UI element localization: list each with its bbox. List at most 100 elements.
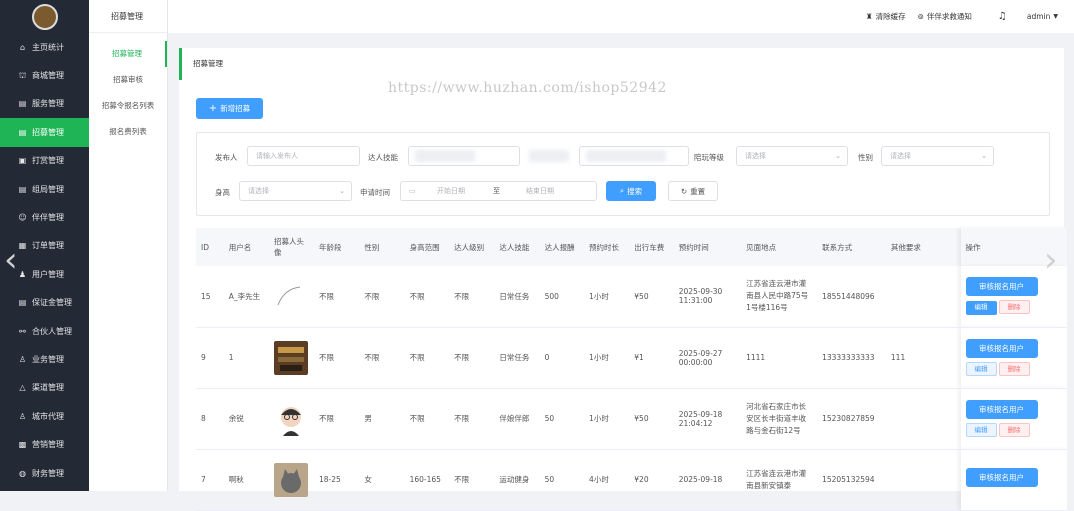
- audit-button[interactable]: 审核报名用户: [965, 277, 1038, 297]
- cell-gender: 男: [359, 388, 405, 450]
- filter-panel: 发布人 请输入发布人 达人技能 陪玩等级 请选择 ⌄ 性别 请选择 ⌄ 身高 请选择…: [196, 132, 1050, 216]
- column-header: ID: [196, 228, 224, 266]
- search-button[interactable]: ⌕ 搜索: [606, 181, 656, 201]
- cell-fare: ¥20: [629, 449, 674, 511]
- delete-button[interactable]: 删除: [998, 300, 1030, 315]
- cell-pay: 50: [539, 449, 585, 511]
- height-select[interactable]: 请选择 ⌄: [239, 181, 352, 201]
- cell-height: 160-165: [404, 449, 450, 511]
- channel-icon: △: [19, 383, 26, 393]
- column-header: 达人技能: [494, 228, 540, 266]
- sidebar-item-label: 营销管理: [32, 440, 64, 450]
- level-select[interactable]: 请选择 ⌄: [736, 146, 848, 166]
- skill-select[interactable]: [408, 146, 520, 166]
- sidebar-item-service[interactable]: ▤ 服务管理: [0, 90, 89, 118]
- edit-button[interactable]: 编辑: [965, 423, 997, 437]
- publisher-input[interactable]: 请输入发布人: [247, 146, 360, 166]
- recruit-icon: ▤: [18, 127, 27, 137]
- column-header: 出行车费: [629, 228, 674, 266]
- sidebar-item-label: 保证金管理: [32, 298, 72, 308]
- cell-level: 不限: [449, 388, 495, 450]
- sidebar-item-recruit[interactable]: ▤ 招募管理: [0, 118, 89, 147]
- submenu-item[interactable]: 报名费列表: [89, 119, 167, 145]
- column-header: 达人级别: [449, 228, 495, 266]
- edit-button[interactable]: 编辑: [965, 301, 997, 316]
- cell-fare: ¥50: [629, 266, 674, 328]
- sidebar-item-channel[interactable]: △ 渠道管理: [0, 374, 89, 402]
- sidebar-item-reward[interactable]: ▣ 打赏管理: [0, 147, 89, 175]
- submenu-item[interactable]: 招募审核: [89, 67, 167, 93]
- cell-duration: 1小时: [584, 327, 630, 389]
- sidebar-item-business[interactable]: ♙ 业务管理: [0, 345, 89, 373]
- cell-name: 啊秋: [223, 449, 270, 511]
- sidebar-item-partner[interactable]: ☺ 伴伴管理: [0, 203, 89, 231]
- cell-pay: 500: [539, 266, 585, 328]
- delete-button[interactable]: 删除: [998, 423, 1030, 437]
- sidebar-item-home[interactable]: ⌂ 主页统计: [0, 33, 89, 61]
- sidebar-item-shop[interactable]: ⛫ 商城管理: [0, 61, 89, 89]
- submenu-item[interactable]: 招募管理: [89, 41, 167, 67]
- submenu-item[interactable]: 招募令报名列表: [89, 93, 167, 119]
- next-arrow-icon[interactable]: ›: [1044, 240, 1058, 280]
- cell-fare: ¥1: [629, 327, 674, 389]
- city-agent-icon: ♙: [18, 411, 27, 421]
- cell-skill: 日常任务: [494, 327, 540, 389]
- sidebar-item-group[interactable]: ▤ 组局管理: [0, 175, 89, 203]
- clear-cache-button[interactable]: ♜ 清除缓存: [866, 11, 906, 22]
- user-menu[interactable]: admin ▼: [1027, 12, 1058, 21]
- blurred-select[interactable]: [579, 146, 689, 166]
- sidebar-item-marketing[interactable]: ▩ 营销管理: [0, 430, 89, 458]
- home-icon: ⌂: [19, 42, 26, 52]
- add-recruit-button[interactable]: + 新增招募: [196, 98, 263, 119]
- bell-icon[interactable]: ♫: [998, 11, 1007, 22]
- avatar: [274, 340, 309, 375]
- cell-other: 111: [885, 327, 961, 389]
- cell-gender: 不限: [359, 266, 405, 328]
- sidebar-item-label: 伴伴管理: [32, 213, 64, 223]
- watermark: https://www.huzhan.com/ishop52942: [388, 80, 667, 96]
- cell-height: 不限: [404, 266, 450, 328]
- gender-select[interactable]: 请选择 ⌄: [881, 146, 994, 166]
- column-header: 性别: [359, 228, 405, 266]
- sidebar-item-label: 用户管理: [32, 269, 64, 279]
- cell-age: 18-25: [314, 449, 360, 511]
- sos-notice-button[interactable]: ⊚ 伴伴求救通知: [918, 11, 972, 22]
- sidebar-item-cooperate[interactable]: ⚯ 合伙人管理: [0, 317, 89, 345]
- cell-time: 2025-09-18: [673, 449, 742, 511]
- cell-fare: ¥50: [629, 388, 674, 450]
- cell-time: 2025-09-27 00:00:00: [673, 327, 742, 389]
- edit-button[interactable]: 编辑: [965, 362, 997, 376]
- plus-icon: +: [208, 103, 218, 114]
- cell-time: 2025-09-30 11:31:00: [673, 266, 742, 328]
- cell-duration: 1小时: [584, 388, 630, 450]
- sidebar-item-finance[interactable]: ◍ 财务管理: [0, 459, 89, 487]
- cell-age: 不限: [314, 388, 360, 450]
- column-header: 年龄段: [314, 228, 360, 266]
- publisher-label: 发布人: [215, 153, 238, 162]
- cell-actions: 审核报名用户编辑 删除: [960, 388, 1067, 450]
- prev-arrow-icon[interactable]: ‹: [4, 240, 18, 280]
- cell-pay: 50: [539, 388, 585, 450]
- user-icon: ♟: [18, 269, 27, 279]
- date-range-picker[interactable]: ▭ 开始日期 至 结束日期: [400, 181, 597, 201]
- app-logo: [0, 0, 89, 33]
- partner-icon: ☺: [18, 213, 27, 223]
- reset-button[interactable]: ↻ 重置: [668, 181, 718, 201]
- audit-button[interactable]: 审核报名用户: [965, 400, 1038, 419]
- audit-button[interactable]: 审核报名用户: [965, 339, 1038, 358]
- sidebar-item-label: 组局管理: [32, 184, 64, 194]
- cell-address: 江苏省连云港市灌南县新安镇泰: [741, 449, 818, 511]
- cell-actions: 审核报名用户编辑 删除: [960, 327, 1067, 389]
- column-header: 身高范围: [404, 228, 450, 266]
- sidebar-item-label: 业务管理: [32, 354, 64, 364]
- cell-time: 2025-09-18 21:04:12: [673, 388, 742, 450]
- audit-button[interactable]: 审核报名用户: [965, 468, 1038, 487]
- sidebar-item-deposit[interactable]: ▤ 保证金管理: [0, 289, 89, 317]
- cell-name: 1: [223, 327, 270, 389]
- cell-duration: 1小时: [584, 266, 630, 328]
- deposit-icon: ▤: [18, 298, 27, 308]
- sidebar-item-city-agent[interactable]: ♙ 城市代理: [0, 402, 89, 430]
- sidebar-item-label: 合伙人管理: [32, 326, 72, 336]
- cell-height: 不限: [404, 388, 450, 450]
- delete-button[interactable]: 删除: [998, 362, 1030, 376]
